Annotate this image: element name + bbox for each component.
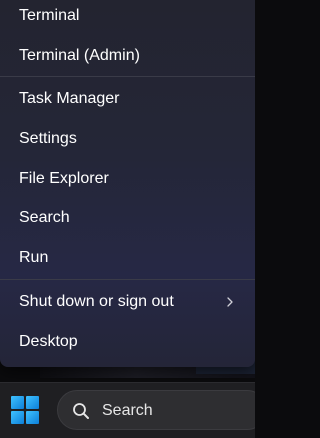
menu-separator <box>0 76 255 77</box>
search-icon <box>73 403 89 419</box>
menu-item-terminal-admin[interactable]: Terminal (Admin) <box>0 37 255 75</box>
menu-item-terminal[interactable]: Terminal <box>0 0 255 35</box>
chevron-right-icon <box>227 297 233 307</box>
menu-item-search[interactable]: Search <box>0 199 255 237</box>
menu-item-file-explorer[interactable]: File Explorer <box>0 160 255 198</box>
search-label: Search <box>102 402 153 419</box>
taskbar-search-box[interactable]: Search <box>57 390 255 430</box>
menu-item-settings[interactable]: Settings <box>0 120 255 158</box>
quick-link-menu: Terminal Terminal (Admin) Task Manager S… <box>0 0 255 367</box>
menu-item-desktop[interactable]: Desktop <box>0 323 255 361</box>
menu-item-label: Terminal (Admin) <box>19 47 140 64</box>
menu-separator <box>0 279 255 280</box>
menu-item-label: File Explorer <box>19 170 109 187</box>
menu-item-label: Run <box>19 249 49 266</box>
menu-item-label: Settings <box>19 130 77 147</box>
menu-item-label: Search <box>19 209 70 226</box>
menu-item-run[interactable]: Run <box>0 239 255 277</box>
screen: Terminal Terminal (Admin) Task Manager S… <box>0 0 255 438</box>
menu-item-shut-down-or-sign-out[interactable]: Shut down or sign out <box>0 283 255 321</box>
start-button[interactable] <box>4 389 46 431</box>
menu-item-task-manager[interactable]: Task Manager <box>0 80 255 118</box>
taskbar: Search <box>0 382 255 438</box>
menu-item-label: Terminal <box>19 7 80 24</box>
menu-item-label: Desktop <box>19 333 78 350</box>
menu-item-label: Task Manager <box>19 90 120 107</box>
windows-logo-icon <box>11 396 39 424</box>
menu-item-label: Shut down or sign out <box>19 293 174 310</box>
